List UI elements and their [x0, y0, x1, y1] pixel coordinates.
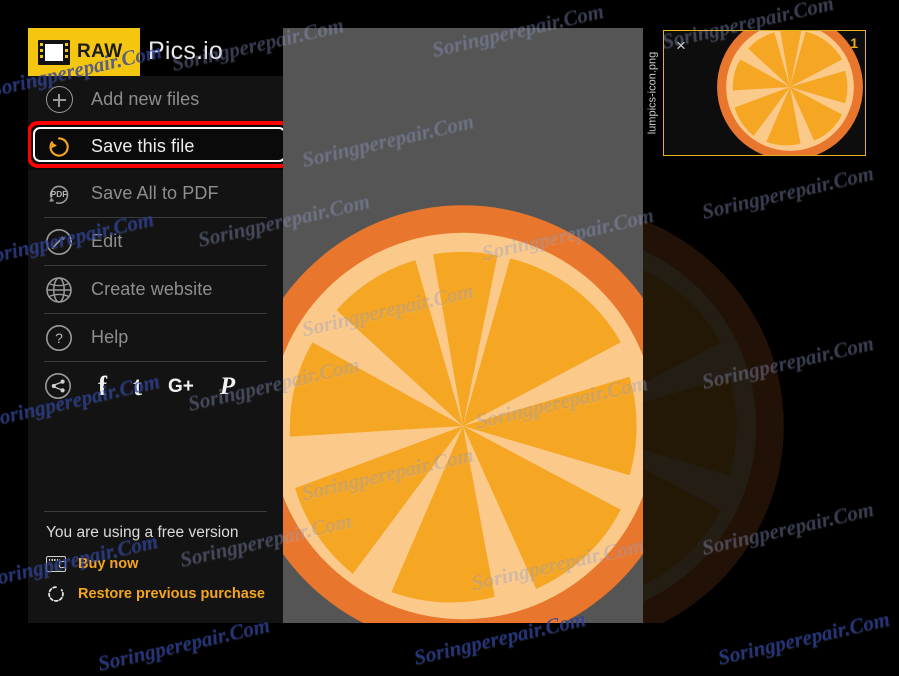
raw-logo-text: RAW	[77, 41, 123, 62]
app-header: RAW Pics.io	[28, 28, 283, 76]
thumbnail-filename-text: lumpics-icon.png	[646, 51, 659, 135]
sidebar-item-edit[interactable]: Edit	[28, 218, 283, 265]
sidebar-item-label: Add new files	[91, 89, 200, 109]
globe-icon	[44, 275, 74, 305]
orange-slice-shadow	[643, 220, 784, 623]
sidebar-item-save-this-file[interactable]: Save this file	[28, 123, 283, 170]
screenshot-root: RAW Pics.io Add new files Save this file…	[0, 0, 899, 675]
svg-text:PDF: PDF	[51, 189, 68, 199]
thumbnail-filename: lumpics-icon.png	[643, 28, 661, 158]
sidebar-menu: Add new files Save this file PDF Save Al…	[28, 76, 292, 623]
thumbnail-item[interactable]: × 1	[663, 30, 866, 156]
sidebar-item-label: Save All to PDF	[91, 183, 219, 203]
sidebar-item-help[interactable]: ? Help	[28, 314, 283, 361]
sidebar-item-label: Create website	[91, 279, 213, 299]
restore-label: Restore previous purchase	[78, 586, 265, 602]
google-plus-icon[interactable]: G+	[168, 377, 194, 396]
rotate-save-icon	[44, 132, 74, 162]
tumblr-icon[interactable]: t	[133, 372, 142, 400]
footer-divider	[44, 511, 267, 512]
sidebar-item-save-all-to-pdf[interactable]: PDF Save All to PDF	[28, 170, 283, 217]
plus-circle-icon	[44, 85, 74, 115]
brand-title: Pics.io	[148, 37, 224, 65]
thumbnail-image	[717, 31, 863, 155]
menu-list: Add new files Save this file PDF Save Al…	[28, 76, 292, 410]
sidebar-item-label: Help	[91, 327, 129, 347]
buy-now-button[interactable]: Buy now	[28, 551, 283, 577]
thumbnail-strip: lumpics-icon.png × 1	[643, 28, 868, 158]
thumbnail-close-icon[interactable]: ×	[670, 35, 692, 57]
film-strip-icon	[38, 39, 70, 65]
picsio-raw-window: RAW Pics.io Add new files Save this file…	[28, 28, 868, 623]
free-version-text: You are using a free version	[46, 524, 239, 541]
social-share-row: f t G+ P	[28, 362, 283, 410]
sidebar-footer: You are using a free version Buy now Res…	[28, 511, 283, 623]
wallet-icon	[46, 556, 66, 572]
sidebar-item-label: Save this file	[91, 136, 195, 156]
sidebar-item-label: Edit	[91, 231, 123, 251]
image-canvas[interactable]	[283, 28, 643, 623]
thumbnail-index-badge: 1	[850, 35, 858, 51]
question-circle-icon: ?	[44, 323, 74, 353]
raw-logo-badge: RAW	[28, 28, 140, 76]
facebook-icon[interactable]: f	[98, 372, 107, 400]
pdf-circle-icon: PDF	[44, 179, 74, 209]
restore-circular-arrow-icon	[46, 584, 66, 604]
orange-slice-illustration	[283, 205, 643, 623]
pinterest-icon[interactable]: P	[220, 374, 235, 399]
sidebar-item-create-website[interactable]: Create website	[28, 266, 283, 313]
share-icon[interactable]	[44, 372, 72, 400]
buy-now-label: Buy now	[78, 556, 139, 572]
svg-text:?: ?	[55, 330, 63, 346]
sidebar-item-add-new-files[interactable]: Add new files	[28, 76, 283, 123]
restore-purchase-button[interactable]: Restore previous purchase	[28, 581, 283, 607]
pencil-circle-icon	[44, 227, 74, 257]
